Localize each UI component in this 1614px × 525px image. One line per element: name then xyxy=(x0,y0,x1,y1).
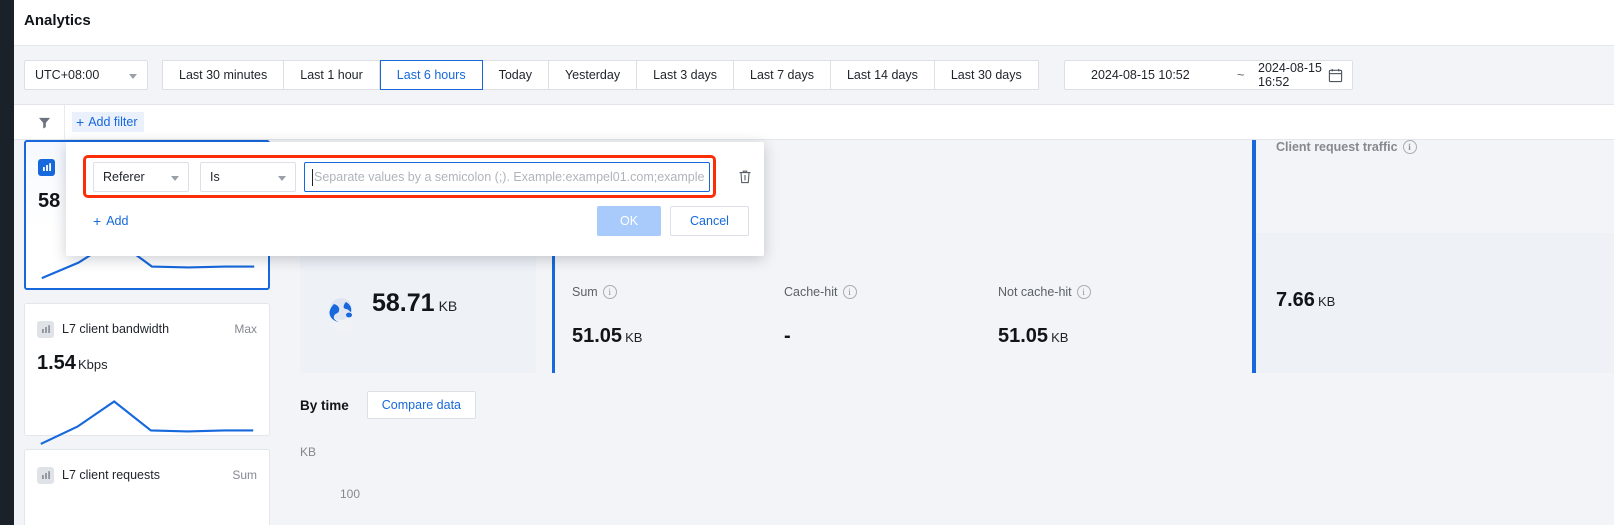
card-header: L7 client bandwidth Max xyxy=(25,304,269,340)
time-range-button[interactable]: Last 30 days xyxy=(934,60,1039,90)
plus-icon: + xyxy=(93,213,102,229)
delete-filter-button[interactable] xyxy=(730,162,760,192)
filter-operator-select[interactable]: Is xyxy=(200,162,296,192)
response-metric-label: Sum i xyxy=(572,285,642,299)
client-request-traffic-card[interactable]: Client request traffic i 7.66 KB xyxy=(1252,140,1614,373)
time-range-group: Last 30 minutes Last 1 hour Last 6 hours To… xyxy=(162,60,1039,90)
text-cursor xyxy=(312,169,313,186)
chart-bar-icon xyxy=(37,466,54,484)
time-range-button[interactable]: Last 6 hours xyxy=(379,60,483,90)
filter-field-select[interactable]: Referer xyxy=(93,162,189,192)
filter-popover: Referer Is Separate values by a semicolo… xyxy=(66,142,764,256)
chevron-down-icon xyxy=(278,176,286,181)
time-range-button[interactable]: Last 30 minutes xyxy=(162,60,285,90)
analytics-page: Analytics UTC+08:00 Last 30 minutes Last … xyxy=(0,0,1614,525)
total-traffic-number: 58.71 xyxy=(372,289,435,317)
card-value: 1.54 Kbps xyxy=(25,340,269,375)
left-nav-rail xyxy=(0,0,14,525)
chart-bar-icon xyxy=(38,158,55,176)
date-range-picker[interactable]: 2024-08-15 10:52 ~ 2024-08-15 16:52 xyxy=(1064,60,1353,90)
card-value xyxy=(25,486,269,521)
info-icon[interactable]: i xyxy=(1076,285,1091,299)
response-metric-label: Cache-hit i xyxy=(784,285,857,299)
globe-icon xyxy=(322,293,362,336)
info-icon[interactable]: i xyxy=(1402,140,1417,154)
filter-bar: + Add filter xyxy=(14,104,1614,140)
ok-button[interactable]: OK xyxy=(597,206,661,236)
time-range-button[interactable]: Today xyxy=(482,60,549,90)
page-header: Analytics xyxy=(14,0,1614,46)
card-value-number: 1.54 xyxy=(37,352,76,374)
info-icon[interactable]: i xyxy=(842,285,857,299)
card-value-unit: Kbps xyxy=(77,357,108,372)
trash-icon xyxy=(739,170,751,184)
client-request-traffic-value: 7.66 KB xyxy=(1276,289,1335,312)
response-metric-label-text: Not cache-hit xyxy=(998,285,1072,299)
timezone-select[interactable]: UTC+08:00 xyxy=(24,60,148,90)
card-title: L7 client bandwidth xyxy=(62,322,170,336)
sidebar-metric-card[interactable]: L7 client requests Sum xyxy=(24,449,270,525)
response-metric-label: Not cache-hit i xyxy=(998,285,1091,299)
client-card-accent xyxy=(1252,140,1256,373)
card-aggregation: Max xyxy=(234,322,257,336)
compare-data-button[interactable]: Compare data xyxy=(366,391,476,419)
cancel-button[interactable]: Cancel xyxy=(670,206,749,236)
time-range-button[interactable]: Last 1 hour xyxy=(284,60,380,90)
response-metric: Cache-hit i - xyxy=(784,285,857,348)
add-filter-button[interactable]: + Add filter xyxy=(72,112,144,132)
chart-bar-icon xyxy=(37,320,54,338)
time-range-button[interactable]: Last 7 days xyxy=(734,60,831,90)
filter-funnel-button[interactable] xyxy=(24,105,65,139)
card-aggregation: Sum xyxy=(232,468,257,482)
card-value-number: 58 xyxy=(38,190,61,212)
response-metric-label-text: Cache-hit xyxy=(784,285,838,299)
filter-value-placeholder: Separate values by a semicolon (;). Exam… xyxy=(314,170,704,184)
response-metric-number: 51.05 xyxy=(572,325,623,347)
response-metric-value: 51.05 KB xyxy=(998,325,1091,348)
calendar-icon[interactable] xyxy=(1328,68,1343,86)
time-range-button[interactable]: Last 14 days xyxy=(830,60,935,90)
filter-field-value: Referer xyxy=(103,170,145,184)
date-separator: ~ xyxy=(1237,68,1245,82)
response-metric-value: - xyxy=(784,325,857,348)
card-title: L7 client requests xyxy=(62,468,160,482)
response-metric-unit: KB xyxy=(625,330,643,345)
sidebar-metric-card[interactable]: L7 client bandwidth Max 1.54 Kbps xyxy=(24,303,270,445)
plus-icon: + xyxy=(76,114,85,130)
add-condition-button[interactable]: + Add xyxy=(93,214,128,228)
response-metric-label-text: Sum xyxy=(572,285,598,299)
client-request-traffic-unit: KB xyxy=(1317,294,1336,309)
response-metric: Not cache-hit i 51.05 KB xyxy=(998,285,1091,348)
response-metric-unit: KB xyxy=(1051,330,1069,345)
chevron-down-icon xyxy=(129,74,137,79)
by-time-label: By time xyxy=(300,397,349,413)
client-request-traffic-title: Client request traffic i xyxy=(1276,140,1417,154)
total-traffic-unit: KB xyxy=(438,298,458,314)
chart-y-axis-tick: 100 xyxy=(340,487,361,501)
response-metric-value: 51.05 KB xyxy=(572,325,642,348)
response-metric-number: 51.05 xyxy=(998,325,1049,347)
info-icon[interactable]: i xyxy=(602,285,617,299)
time-toolbar: UTC+08:00 Last 30 minutes Last 1 hour Last… xyxy=(14,46,1614,104)
response-metric-number: - xyxy=(784,325,791,347)
timezone-label: UTC+08:00 xyxy=(35,68,100,82)
client-request-traffic-label: Client request traffic xyxy=(1276,140,1398,154)
time-range-button[interactable]: Last 3 days xyxy=(637,60,735,90)
add-filter-label: Add filter xyxy=(88,115,138,129)
client-request-traffic-number: 7.66 xyxy=(1276,289,1315,311)
by-time-section: By time Compare data xyxy=(300,391,476,419)
chart-y-axis-unit: KB xyxy=(300,445,317,459)
filter-value-input[interactable]: Separate values by a semicolon (;). Exam… xyxy=(304,162,710,192)
chevron-down-icon xyxy=(171,176,179,181)
date-from: 2024-08-15 10:52 xyxy=(1091,68,1190,82)
funnel-icon xyxy=(38,117,50,128)
total-traffic-value: 58.71 KB xyxy=(372,289,457,318)
sparkline-chart xyxy=(40,400,254,445)
filter-operator-value: Is xyxy=(210,170,220,184)
page-title: Analytics xyxy=(24,12,91,29)
card-header: L7 client requests Sum xyxy=(25,450,269,486)
response-metric: Sum i 51.05 KB xyxy=(572,285,642,348)
time-range-button[interactable]: Yesterday xyxy=(548,60,638,90)
add-condition-label: Add xyxy=(106,214,129,228)
